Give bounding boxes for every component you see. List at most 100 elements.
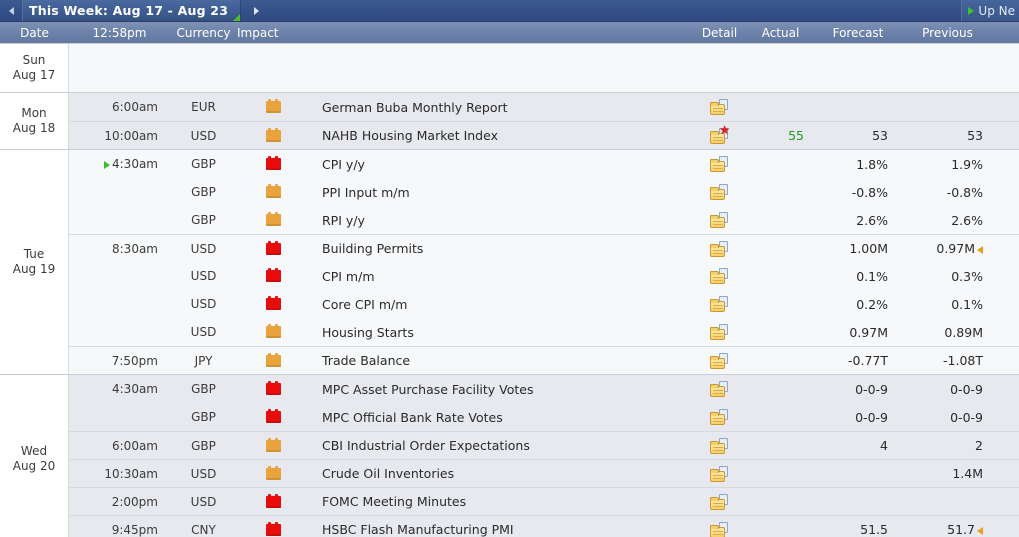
event-row[interactable]: 9:45pm CNY HSBC Flash Manufacturing PMI 51.… bbox=[69, 515, 1019, 537]
folder-icon[interactable] bbox=[710, 268, 729, 284]
event-title[interactable]: RPI y/y bbox=[309, 213, 694, 228]
event-row[interactable]: 8:30am USD Building Permits 1.00M 0.97M bbox=[69, 234, 1019, 262]
event-impact-cell[interactable] bbox=[237, 240, 309, 255]
event-detail-cell[interactable] bbox=[694, 268, 745, 284]
column-header-forecast[interactable]: Forecast bbox=[816, 26, 900, 40]
titlebar-spacer bbox=[271, 0, 961, 21]
event-row[interactable]: USD CPI m/m 0.1% 0.3% bbox=[69, 262, 1019, 290]
column-header-time[interactable]: 12:58pm bbox=[69, 26, 170, 40]
event-impact-cell[interactable] bbox=[237, 99, 309, 113]
event-row[interactable]: USD Core CPI m/m 0.2% 0.1% bbox=[69, 290, 1019, 318]
column-header-actual[interactable]: Actual bbox=[745, 26, 816, 40]
event-detail-cell[interactable] bbox=[694, 352, 745, 369]
event-row[interactable]: GBP MPC Official Bank Rate Votes 0-0-9 0-0-… bbox=[69, 403, 1019, 431]
event-title[interactable]: PPI Input m/m bbox=[309, 185, 694, 200]
event-row[interactable]: USD Housing Starts 0.97M 0.89M bbox=[69, 318, 1019, 346]
folder-icon[interactable] bbox=[710, 465, 729, 482]
event-title[interactable]: Trade Balance bbox=[309, 353, 694, 368]
folder-icon[interactable] bbox=[710, 493, 729, 510]
event-title[interactable]: CPI m/m bbox=[309, 269, 694, 284]
folder-icon[interactable] bbox=[710, 296, 729, 312]
event-detail-cell[interactable] bbox=[694, 465, 745, 482]
event-impact-cell[interactable] bbox=[237, 465, 309, 480]
event-impact-cell[interactable] bbox=[237, 127, 309, 142]
event-title[interactable]: MPC Official Bank Rate Votes bbox=[309, 410, 694, 425]
revised-marker-icon[interactable] bbox=[977, 526, 983, 535]
event-row[interactable]: 4:30am GBP CPI y/y 1.8% 1.9% bbox=[69, 150, 1019, 178]
event-detail-cell[interactable] bbox=[694, 493, 745, 510]
event-title[interactable]: FOMC Meeting Minutes bbox=[309, 494, 694, 509]
folder-icon[interactable] bbox=[710, 381, 729, 397]
impact-high-icon bbox=[265, 156, 281, 170]
event-impact-cell[interactable] bbox=[237, 296, 309, 310]
event-detail-cell[interactable] bbox=[694, 99, 745, 115]
event-row[interactable]: 6:00am EUR German Buba Monthly Report bbox=[69, 93, 1019, 121]
event-title[interactable]: Core CPI m/m bbox=[309, 297, 694, 312]
event-impact-cell[interactable] bbox=[237, 493, 309, 508]
folder-icon[interactable] bbox=[710, 212, 729, 228]
event-impact-cell[interactable] bbox=[237, 352, 309, 367]
event-title[interactable]: Housing Starts bbox=[309, 325, 694, 340]
next-week-button[interactable] bbox=[241, 0, 271, 21]
folder-icon[interactable] bbox=[710, 156, 729, 172]
event-row[interactable]: 6:00am GBP CBI Industrial Order Expectatio… bbox=[69, 431, 1019, 459]
event-detail-cell[interactable] bbox=[694, 296, 745, 312]
event-detail-cell[interactable] bbox=[694, 437, 745, 454]
event-title[interactable]: MPC Asset Purchase Facility Votes bbox=[309, 382, 694, 397]
folder-icon[interactable] bbox=[710, 324, 729, 340]
event-detail-cell[interactable] bbox=[694, 184, 745, 200]
event-impact-cell[interactable] bbox=[237, 184, 309, 198]
event-row[interactable]: GBP PPI Input m/m -0.8% -0.8% bbox=[69, 178, 1019, 206]
event-detail-cell[interactable] bbox=[694, 156, 745, 172]
event-impact-cell[interactable] bbox=[237, 521, 309, 536]
event-impact-cell[interactable] bbox=[237, 156, 309, 170]
event-impact-cell[interactable] bbox=[237, 409, 309, 423]
event-detail-cell[interactable] bbox=[694, 381, 745, 397]
event-title[interactable]: German Buba Monthly Report bbox=[309, 100, 694, 115]
current-week-tab[interactable]: This Week: Aug 17 - Aug 23 bbox=[22, 0, 242, 21]
event-time-cell: 8:30am bbox=[69, 242, 170, 256]
event-title[interactable]: CPI y/y bbox=[309, 157, 694, 172]
event-row[interactable]: GBP RPI y/y 2.6% 2.6% bbox=[69, 206, 1019, 234]
column-header-date[interactable]: Date bbox=[0, 26, 69, 40]
event-detail-cell[interactable] bbox=[694, 240, 745, 257]
folder-icon[interactable] bbox=[710, 99, 729, 115]
event-detail-cell[interactable] bbox=[694, 324, 745, 340]
folder-icon[interactable] bbox=[710, 184, 729, 200]
event-detail-cell[interactable] bbox=[694, 521, 745, 537]
event-detail-cell[interactable]: ★ bbox=[694, 124, 745, 144]
event-detail-cell[interactable] bbox=[694, 409, 745, 425]
column-header-currency[interactable]: Currency bbox=[170, 26, 237, 40]
column-header-detail[interactable]: Detail bbox=[694, 26, 745, 40]
event-impact-cell[interactable] bbox=[237, 437, 309, 452]
event-impact-cell[interactable] bbox=[237, 212, 309, 226]
revised-marker-icon[interactable] bbox=[977, 245, 983, 254]
previous-week-button[interactable] bbox=[0, 0, 22, 21]
event-row[interactable]: 10:30am USD Crude Oil Inventories 1.4M bbox=[69, 459, 1019, 487]
folder-icon[interactable] bbox=[710, 521, 729, 537]
event-title[interactable]: CBI Industrial Order Expectations bbox=[309, 438, 694, 453]
chevron-left-icon bbox=[8, 6, 14, 15]
folder-icon[interactable] bbox=[710, 352, 729, 369]
event-title[interactable]: NAHB Housing Market Index bbox=[309, 128, 694, 143]
event-time-cell: 6:00am bbox=[69, 439, 170, 453]
column-header-previous[interactable]: Previous bbox=[900, 26, 995, 40]
folder-icon[interactable] bbox=[710, 240, 729, 257]
column-header-impact[interactable]: Impact bbox=[237, 26, 309, 40]
event-detail-cell[interactable] bbox=[694, 212, 745, 228]
date-monthday: Aug 20 bbox=[12, 459, 56, 473]
event-title[interactable]: Building Permits bbox=[309, 241, 694, 256]
event-impact-cell[interactable] bbox=[237, 268, 309, 282]
event-title[interactable]: Crude Oil Inventories bbox=[309, 466, 694, 481]
folder-icon[interactable] bbox=[710, 437, 729, 454]
event-row[interactable]: 7:50pm JPY Trade Balance -0.77T -1.08T bbox=[69, 346, 1019, 374]
event-impact-cell[interactable] bbox=[237, 381, 309, 395]
up-next-button[interactable]: Up Ne bbox=[961, 0, 1019, 21]
event-row[interactable]: 4:30am GBP MPC Asset Purchase Facility Vot… bbox=[69, 375, 1019, 403]
folder-icon[interactable] bbox=[710, 409, 729, 425]
event-row[interactable]: 10:00am USD NAHB Housing Market Index ★ 55 53… bbox=[69, 121, 1019, 149]
event-row[interactable]: 2:00pm USD FOMC Meeting Minutes bbox=[69, 487, 1019, 515]
folder-star-icon[interactable]: ★ bbox=[710, 124, 730, 144]
event-title[interactable]: HSBC Flash Manufacturing PMI bbox=[309, 522, 694, 537]
event-impact-cell[interactable] bbox=[237, 324, 309, 338]
